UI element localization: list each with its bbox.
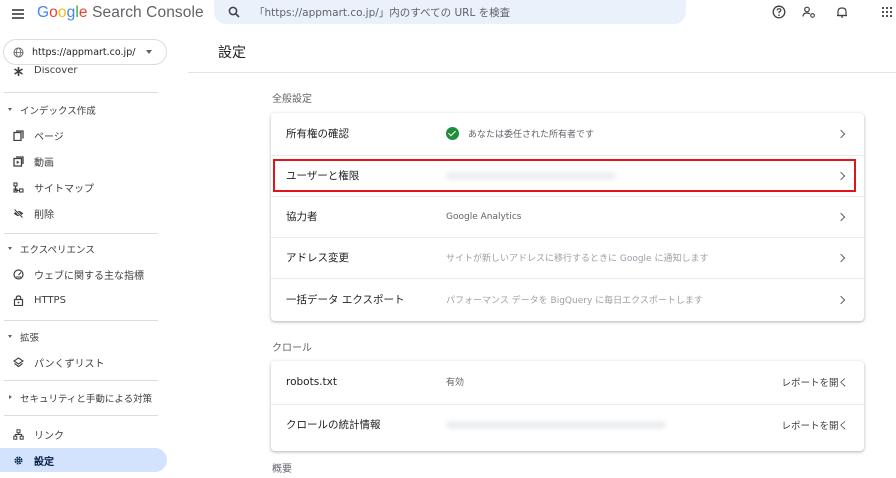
settings-row-change-of-address[interactable]: アドレス変更 サイトが新しいアドレスに移行するときに Google に通知します xyxy=(271,237,864,278)
sidebar-item-breadcrumbs[interactable]: パンくずリスト xyxy=(0,350,167,374)
sidebar-item-videos[interactable]: 動画 xyxy=(0,149,167,173)
section-title-general: 全般設定 xyxy=(272,94,312,105)
dropdown-caret-icon xyxy=(146,50,152,54)
expand-caret-icon xyxy=(8,335,12,338)
sidebar-item-links[interactable]: リンク xyxy=(0,422,167,446)
section-enhancements[interactable]: 拡張 xyxy=(0,328,167,346)
settings-row-bulk-export[interactable]: 一括データ エクスポート パフォーマンス データを BigQuery に毎日エク… xyxy=(271,279,864,320)
chevron-right-icon xyxy=(836,129,846,138)
notifications-bell-icon[interactable] xyxy=(835,5,849,19)
sitemap-icon xyxy=(13,181,24,193)
top-app-bar: Google Search Console 「https://appmart.c… xyxy=(0,0,896,30)
open-report-link[interactable]: レポートを開く xyxy=(781,375,848,389)
chevron-right-icon xyxy=(836,212,846,221)
layers-icon xyxy=(13,356,24,367)
divider xyxy=(4,380,158,381)
menu-icon[interactable] xyxy=(12,9,24,19)
apps-grid-icon[interactable] xyxy=(880,5,894,19)
divider xyxy=(4,320,158,321)
search-icon xyxy=(228,6,240,18)
chevron-right-icon xyxy=(836,295,846,304)
search-placeholder: 「https://appmart.co.jp/」内のすべての URL を検査 xyxy=(254,6,511,19)
globe-icon xyxy=(13,47,24,57)
section-experience[interactable]: エクスペリエンス xyxy=(0,240,167,258)
divider xyxy=(4,233,158,234)
annotation-highlight-box xyxy=(273,159,856,192)
sidebar-item-settings[interactable]: 設定 xyxy=(0,448,167,472)
section-title-crawl: クロール xyxy=(272,343,312,354)
divider xyxy=(4,415,158,416)
header-divider xyxy=(188,72,896,73)
pages-icon xyxy=(13,129,24,141)
section-title-about: 概要 xyxy=(272,464,292,475)
page-title: 設定 xyxy=(218,45,246,61)
sidebar-item-sitemaps[interactable]: サイトマップ xyxy=(0,175,167,199)
open-report-link[interactable]: レポートを開く xyxy=(781,418,848,432)
expand-caret-icon xyxy=(8,247,12,250)
section-security[interactable]: セキュリティと手動による対策 xyxy=(0,389,167,407)
discover-asterisk-icon xyxy=(14,67,23,76)
verified-check-icon xyxy=(446,127,459,140)
url-inspection-search[interactable]: 「https://appmart.co.jp/」内のすべての URL を検査 xyxy=(214,0,686,24)
chevron-right-icon xyxy=(836,253,846,262)
lock-icon xyxy=(13,294,24,306)
video-icon xyxy=(13,155,24,167)
eye-off-icon xyxy=(13,208,24,218)
section-index[interactable]: インデックス作成 xyxy=(0,101,167,119)
settings-row-ownership[interactable]: 所有権の確認 あなたは委任された所有者です xyxy=(271,113,864,154)
links-tree-icon xyxy=(13,428,24,440)
settings-row-associations[interactable]: 協力者 Google Analytics xyxy=(271,196,864,237)
sidebar-item-pages[interactable]: ページ xyxy=(0,123,167,147)
sidebar-item-removals[interactable]: 削除 xyxy=(0,201,167,225)
divider xyxy=(4,92,158,93)
expand-caret-icon xyxy=(8,108,12,111)
settings-row-robots-txt[interactable]: robots.txt 有効 レポートを開く xyxy=(271,361,864,402)
sidebar-item-core-web-vitals[interactable]: ウェブに関する主な指標 xyxy=(0,262,167,286)
property-url: https://appmart.co.jp/ xyxy=(32,46,136,58)
general-settings-card: 所有権の確認 あなたは委任された所有者です ユーザーと権限 協力者 Google… xyxy=(271,113,864,321)
redacted-value xyxy=(446,420,666,429)
sidebar: https://appmart.co.jp/ Discover インデックス作成… xyxy=(0,30,188,478)
app-logo[interactable]: Google Search Console xyxy=(37,4,204,22)
help-icon[interactable] xyxy=(772,5,786,19)
gauge-icon xyxy=(13,268,24,280)
sidebar-item-https[interactable]: HTTPS xyxy=(0,288,167,312)
crawl-settings-card: robots.txt 有効 レポートを開く クロールの統計情報 レポートを開く xyxy=(271,361,864,451)
property-selector[interactable]: https://appmart.co.jp/ xyxy=(3,39,167,65)
gear-icon xyxy=(14,455,23,465)
settings-row-crawl-stats[interactable]: クロールの統計情報 レポートを開く xyxy=(271,404,864,445)
user-settings-icon[interactable] xyxy=(802,5,816,19)
sidebar-item-discover[interactable]: Discover xyxy=(0,66,167,80)
collapsed-caret-icon xyxy=(9,395,12,399)
